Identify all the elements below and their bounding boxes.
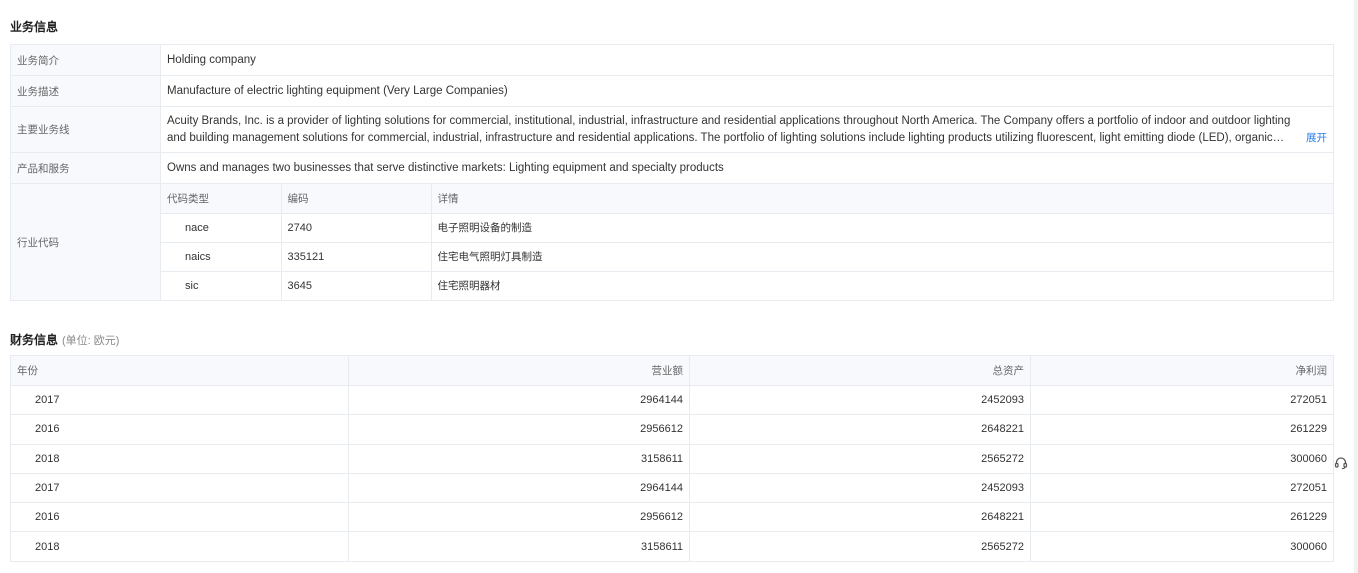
main-lines-description: Acuity Brands, Inc. is a provider of lig… bbox=[167, 113, 1327, 147]
row-label: 主要业务线 bbox=[10, 106, 161, 153]
detail-cell: 住宅电气照明灯具制造 bbox=[430, 242, 1333, 272]
table-row: 2017 2964144 2452093 272051 bbox=[10, 384, 1334, 416]
business-row-main-lines: 主要业务线 Acuity Brands, Inc. is a provider … bbox=[10, 106, 1334, 153]
assets-cell: 2565272 bbox=[689, 531, 1031, 562]
business-section-title: 业务信息 bbox=[10, 19, 58, 35]
detail-cell: 电子照明设备的制造 bbox=[430, 213, 1333, 243]
profit-cell: 300060 bbox=[1030, 443, 1334, 474]
business-title-text: 业务信息 bbox=[10, 20, 59, 34]
headset-icon-graphic bbox=[1334, 457, 1348, 470]
header-detail: 详情 bbox=[430, 184, 1333, 214]
table-row: 2018 3158611 2565272 300060 bbox=[10, 443, 1334, 474]
header-code-type: 代码类型 bbox=[161, 184, 281, 214]
row-label: 业务描述 bbox=[10, 75, 161, 107]
revenue-cell: 2964144 bbox=[348, 472, 690, 504]
header-profit: 净利润 bbox=[1030, 355, 1334, 386]
code-cell: 3645 bbox=[280, 271, 431, 300]
assets-cell: 2452093 bbox=[689, 472, 1031, 504]
row-label: 行业代码 bbox=[10, 183, 161, 301]
year-cell: 2018 bbox=[10, 531, 349, 562]
row-value: Manufacture of electric lighting equipme… bbox=[160, 75, 1334, 107]
table-row: 2018 3158611 2565272 300060 bbox=[10, 531, 1334, 562]
business-row-products: 产品和服务 Owns and manages two businesses th… bbox=[10, 152, 1334, 184]
industry-row: sic 3645 住宅照明器材 bbox=[161, 271, 1333, 300]
profit-cell: 261229 bbox=[1030, 414, 1334, 445]
profit-cell: 272051 bbox=[1030, 384, 1334, 416]
table-row: 2016 2956612 2648221 261229 bbox=[10, 414, 1334, 445]
revenue-cell: 3158611 bbox=[348, 443, 690, 474]
industry-row: naics 335121 住宅电气照明灯具制造 bbox=[161, 242, 1333, 272]
finance-table: 年份 营业额 总资产 净利润 2017 2964144 2452093 2720… bbox=[10, 355, 1334, 562]
profit-cell: 261229 bbox=[1030, 502, 1334, 533]
industry-row: nace 2740 电子照明设备的制造 bbox=[161, 213, 1333, 243]
headset-icon[interactable] bbox=[1332, 454, 1350, 472]
row-value: Owns and manages two businesses that ser… bbox=[160, 152, 1334, 184]
assets-cell: 2648221 bbox=[689, 502, 1031, 533]
industry-header-row: 代码类型 编码 详情 bbox=[161, 184, 1333, 214]
business-row-industry: 行业代码 代码类型 编码 详情 nace 2740 电子照明设备的制造 naic… bbox=[10, 183, 1334, 301]
code-cell: 2740 bbox=[280, 213, 431, 243]
business-row-description: 业务描述 Manufacture of electric lighting eq… bbox=[10, 75, 1334, 107]
row-label: 业务简介 bbox=[10, 44, 161, 76]
header-year: 年份 bbox=[10, 355, 349, 386]
industry-code-table: 代码类型 编码 详情 nace 2740 电子照明设备的制造 naics 335… bbox=[161, 184, 1333, 300]
finance-unit: (单位: 欧元) bbox=[62, 335, 120, 347]
year-cell: 2018 bbox=[10, 443, 349, 474]
year-cell: 2017 bbox=[10, 472, 349, 504]
header-assets: 总资产 bbox=[689, 355, 1031, 386]
finance-header-row: 年份 营业额 总资产 净利润 bbox=[10, 355, 1334, 386]
code-cell: 335121 bbox=[280, 242, 431, 272]
assets-cell: 2565272 bbox=[689, 443, 1031, 474]
finance-title-text: 财务信息 bbox=[10, 333, 59, 347]
row-value: Holding company bbox=[160, 44, 1334, 76]
business-row-intro: 业务简介 Holding company bbox=[10, 44, 1334, 76]
year-cell: 2017 bbox=[10, 384, 349, 416]
header-revenue: 营业额 bbox=[348, 355, 690, 386]
business-info-table: 业务简介 Holding company 业务描述 Manufacture of… bbox=[10, 44, 1334, 301]
row-value: Acuity Brands, Inc. is a provider of lig… bbox=[160, 106, 1334, 153]
revenue-cell: 2964144 bbox=[348, 384, 690, 416]
code-type-cell: naics bbox=[161, 242, 281, 272]
assets-cell: 2452093 bbox=[689, 384, 1031, 416]
scrollbar[interactable] bbox=[1354, 0, 1358, 573]
table-row: 2017 2964144 2452093 272051 bbox=[10, 472, 1334, 504]
revenue-cell: 2956612 bbox=[348, 502, 690, 533]
revenue-cell: 3158611 bbox=[348, 531, 690, 562]
profit-cell: 300060 bbox=[1030, 531, 1334, 562]
code-type-cell: nace bbox=[161, 213, 281, 243]
expand-link[interactable]: 展开 bbox=[1304, 129, 1327, 147]
detail-cell: 住宅照明器材 bbox=[430, 271, 1333, 300]
assets-cell: 2648221 bbox=[689, 414, 1031, 445]
row-label: 产品和服务 bbox=[10, 152, 161, 184]
profit-cell: 272051 bbox=[1030, 472, 1334, 504]
header-code: 编码 bbox=[280, 184, 431, 214]
finance-section-title: 财务信息 (单位: 欧元) bbox=[10, 332, 119, 349]
year-cell: 2016 bbox=[10, 414, 349, 445]
industry-code-cell: 代码类型 编码 详情 nace 2740 电子照明设备的制造 naics 335… bbox=[160, 183, 1334, 301]
code-type-cell: sic bbox=[185, 279, 199, 292]
table-row: 2016 2956612 2648221 261229 bbox=[10, 502, 1334, 533]
main-lines-text: Acuity Brands, Inc. is a provider of lig… bbox=[167, 114, 1291, 144]
year-cell: 2016 bbox=[10, 502, 349, 533]
revenue-cell: 2956612 bbox=[348, 414, 690, 445]
